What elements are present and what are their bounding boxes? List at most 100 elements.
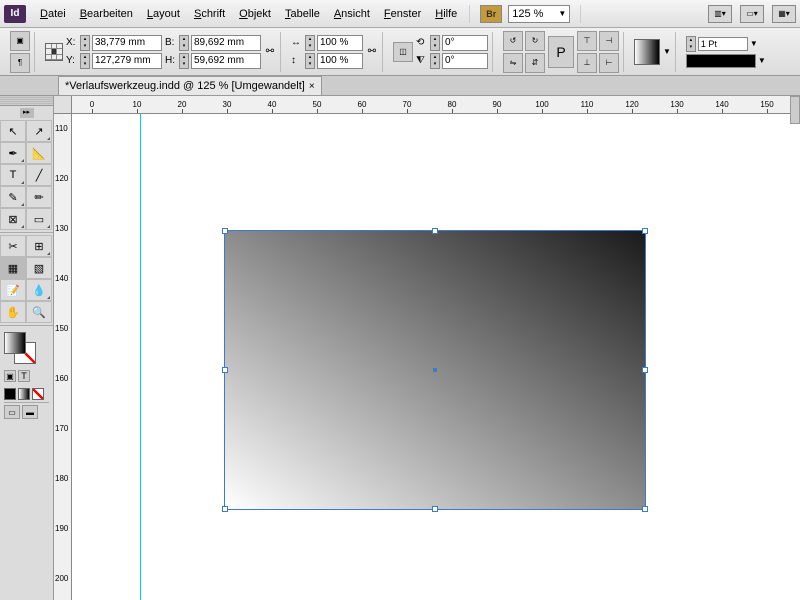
brush-tool[interactable]: ✏ bbox=[26, 186, 52, 208]
text-mode-icon[interactable]: ¶ bbox=[10, 53, 30, 73]
flip-v-icon[interactable]: ⇵ bbox=[525, 53, 545, 73]
collapse-toggle[interactable]: ▸▸ bbox=[20, 108, 34, 118]
scale-x-input[interactable]: 100 % bbox=[317, 35, 363, 51]
apply-none-icon[interactable] bbox=[32, 388, 44, 400]
sx-spinner[interactable]: ▴▾ bbox=[305, 35, 315, 51]
view-options-icon[interactable]: ▥▾ bbox=[708, 5, 732, 23]
preview-view-icon[interactable]: ▬ bbox=[22, 405, 38, 419]
resize-handle-tl[interactable] bbox=[222, 228, 228, 234]
scale-x-icon: ↔ bbox=[291, 37, 303, 48]
type-tool[interactable]: T bbox=[0, 164, 26, 186]
menu-datei[interactable]: Datei bbox=[34, 4, 72, 24]
resize-handle-mr[interactable] bbox=[642, 367, 648, 373]
menu-fenster[interactable]: Fenster bbox=[378, 4, 427, 24]
selected-rectangle[interactable] bbox=[224, 230, 646, 510]
menu-objekt[interactable]: Objekt bbox=[233, 4, 277, 24]
line-tool[interactable]: ╱ bbox=[26, 164, 52, 186]
menu-schrift[interactable]: Schrift bbox=[188, 4, 231, 24]
shear-spinner[interactable]: ▴▾ bbox=[430, 53, 440, 69]
link-scale-icon[interactable]: ⚯ bbox=[366, 36, 378, 68]
pen-tool[interactable]: ✒ bbox=[0, 142, 26, 164]
selection-tool[interactable]: ↖ bbox=[0, 120, 26, 142]
scale-y-input[interactable]: 100 % bbox=[317, 53, 363, 69]
menu-bearbeiten[interactable]: Bearbeiten bbox=[74, 4, 139, 24]
gradient-feather-tool[interactable]: ▧ bbox=[26, 257, 52, 279]
menu-layout[interactable]: Layout bbox=[141, 4, 186, 24]
apply-color-icon[interactable] bbox=[4, 388, 16, 400]
rotate-input[interactable]: 0° bbox=[442, 35, 488, 51]
shear-input[interactable]: 0° bbox=[442, 53, 488, 69]
h-spinner[interactable]: ▴▾ bbox=[179, 53, 189, 69]
pencil-tool[interactable]: ✎ bbox=[0, 186, 26, 208]
zoom-tool[interactable]: 🔍 bbox=[26, 301, 52, 323]
menu-hilfe[interactable]: Hilfe bbox=[429, 4, 463, 24]
resize-handle-bl[interactable] bbox=[222, 506, 228, 512]
rectangle-tool[interactable]: ▭ bbox=[26, 208, 52, 230]
flip-container-icon[interactable]: ◫ bbox=[393, 42, 413, 62]
rotate-icon: ⟲ bbox=[416, 37, 428, 48]
horizontal-ruler[interactable]: 0102030405060708090100110120130140150160 bbox=[72, 96, 800, 114]
y-spinner[interactable]: ▴▾ bbox=[80, 53, 90, 69]
rotate-ccw-icon[interactable]: ↺ bbox=[503, 31, 523, 51]
flip-h-icon[interactable]: ⇋ bbox=[503, 53, 523, 73]
w-input[interactable]: 89,692 mm bbox=[191, 35, 261, 51]
note-tool[interactable]: 📝 bbox=[0, 279, 26, 301]
stroke-spinner[interactable]: ▴▾ bbox=[686, 36, 696, 52]
formatting-container-icon[interactable]: ▣ bbox=[4, 370, 16, 382]
screen-mode-icon[interactable]: ▭▾ bbox=[740, 5, 764, 23]
formatting-text-icon[interactable]: T bbox=[18, 370, 30, 382]
w-spinner[interactable]: ▴▾ bbox=[179, 35, 189, 51]
resize-handle-bc[interactable] bbox=[432, 506, 438, 512]
stroke-style[interactable] bbox=[686, 54, 756, 68]
y-input[interactable]: 127,279 mm bbox=[92, 53, 162, 69]
stroke-weight-input[interactable]: 1 Pt bbox=[698, 37, 748, 51]
resize-handle-tc[interactable] bbox=[432, 228, 438, 234]
align-right-icon[interactable]: ⊢ bbox=[599, 53, 619, 73]
rectangle-frame-tool[interactable]: ⊠ bbox=[0, 208, 26, 230]
bridge-button[interactable]: Br bbox=[480, 5, 502, 23]
vertical-ruler[interactable]: 110120130140150160170180190200 bbox=[54, 114, 72, 600]
resize-handle-tr[interactable] bbox=[642, 228, 648, 234]
shear-icon: ⧨ bbox=[416, 55, 428, 66]
rotate-spinner[interactable]: ▴▾ bbox=[430, 35, 440, 51]
hand-tool[interactable]: ✋ bbox=[0, 301, 26, 323]
close-icon[interactable]: × bbox=[309, 81, 315, 92]
gradient-tool[interactable]: ▦ bbox=[0, 257, 26, 279]
normal-view-icon[interactable]: ▭ bbox=[4, 405, 20, 419]
link-wh-icon[interactable]: ⚯ bbox=[264, 36, 276, 68]
align-middle-icon[interactable]: ⊣ bbox=[599, 31, 619, 51]
align-bottom-icon[interactable]: ⊥ bbox=[577, 53, 597, 73]
object-mode-icon[interactable]: ▣ bbox=[10, 31, 30, 51]
direct-selection-tool[interactable]: ↗ bbox=[26, 120, 52, 142]
x-spinner[interactable]: ▴▾ bbox=[80, 35, 90, 51]
resize-handle-ml[interactable] bbox=[222, 367, 228, 373]
reference-point[interactable] bbox=[45, 43, 63, 61]
fill-swatch[interactable] bbox=[634, 39, 660, 65]
menu-ansicht[interactable]: Ansicht bbox=[328, 4, 376, 24]
work-area: 0102030405060708090100110120130140150160… bbox=[54, 96, 800, 600]
select-content-icon[interactable]: P bbox=[548, 36, 574, 68]
eyedropper-tool[interactable]: 💧 bbox=[26, 279, 52, 301]
scissors-tool[interactable]: ✂ bbox=[0, 235, 26, 257]
menu-tabelle[interactable]: Tabelle bbox=[279, 4, 326, 24]
resize-handle-br[interactable] bbox=[642, 506, 648, 512]
apply-gradient-icon[interactable] bbox=[18, 388, 30, 400]
chevron-down-icon[interactable]: ▼ bbox=[663, 47, 671, 56]
sy-spinner[interactable]: ▴▾ bbox=[305, 53, 315, 69]
measure-tool[interactable]: 📐 bbox=[26, 142, 52, 164]
panel-dock-grip[interactable] bbox=[790, 96, 800, 124]
fill-color-swatch[interactable] bbox=[4, 332, 26, 354]
ruler-origin[interactable] bbox=[54, 96, 72, 114]
panel-grip[interactable] bbox=[0, 96, 53, 106]
canvas[interactable] bbox=[72, 114, 800, 600]
rotate-cw-icon[interactable]: ↻ bbox=[525, 31, 545, 51]
zoom-combo[interactable]: 125 % ▼ bbox=[508, 5, 570, 23]
align-top-icon[interactable]: ⊤ bbox=[577, 31, 597, 51]
free-transform-tool[interactable]: ⊞ bbox=[26, 235, 52, 257]
h-input[interactable]: 59,692 mm bbox=[191, 53, 261, 69]
arrange-icon[interactable]: ▦▾ bbox=[772, 5, 796, 23]
document-tab[interactable]: *Verlaufswerkzeug.indd @ 125 % [Umgewand… bbox=[58, 76, 322, 95]
x-input[interactable]: 38,779 mm bbox=[92, 35, 162, 51]
chevron-down-icon[interactable]: ▼ bbox=[758, 56, 766, 65]
chevron-down-icon[interactable]: ▼ bbox=[750, 39, 758, 48]
